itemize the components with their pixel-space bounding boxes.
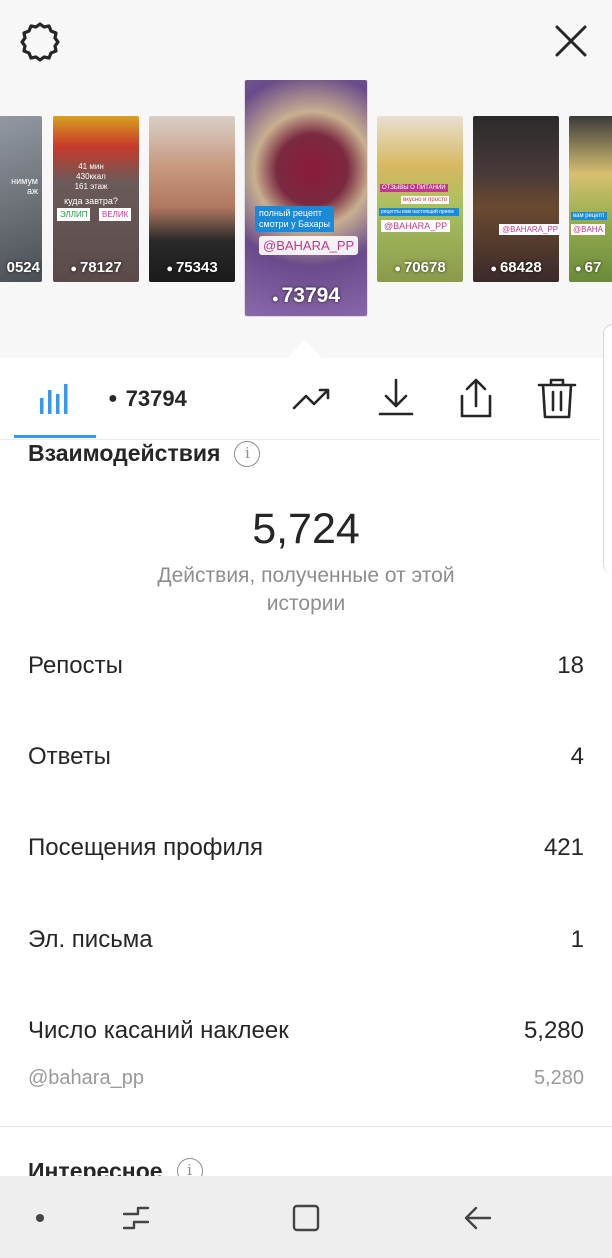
- share-icon[interactable]: [454, 376, 498, 420]
- metric-row-replies: Ответы 4: [28, 743, 584, 771]
- info-icon[interactable]: i: [234, 440, 261, 467]
- active-tab-indicator: [14, 435, 96, 438]
- story-thumbnail[interactable]: @BAHARA_PP ● 68428: [473, 116, 559, 282]
- metric-value: 5,280: [523, 1017, 584, 1044]
- recents-icon[interactable]: [118, 1200, 154, 1236]
- story-overlay-text: рецепты вам настоящий прием: [379, 208, 459, 216]
- story-overlay-text: смотри у Бахары: [259, 219, 330, 229]
- home-icon[interactable]: [288, 1200, 324, 1236]
- story-overlay-text: полный рецепт: [259, 208, 322, 218]
- mention-sticker: @BAHARA_PP: [259, 236, 359, 255]
- stories-strip[interactable]: нимум аж 0524 41 мин 430ккал 161 этаж ку…: [0, 80, 612, 320]
- section-divider: [0, 1126, 612, 1127]
- metric-row-profile-visits: Посещения профиля 421: [28, 834, 584, 862]
- story-overlay-text: 161 этаж: [74, 182, 108, 191]
- story-strip-area: нимум аж 0524 41 мин 430ккал 161 этаж ку…: [0, 0, 612, 358]
- total-actions-value: 5,724: [252, 505, 360, 553]
- metric-value: 421: [543, 834, 584, 861]
- back-icon[interactable]: [460, 1200, 496, 1236]
- selected-story-pointer: [288, 340, 322, 358]
- metric-value: 4: [570, 743, 584, 770]
- section-title-text: Взаимодействия: [28, 440, 221, 466]
- interactions-title: Взаимодействия i: [28, 440, 261, 467]
- section-title-text: Интересное: [28, 1158, 163, 1178]
- system-navigation-bar: [0, 1176, 612, 1258]
- story-view-count: 0524: [6, 259, 40, 276]
- story-overlay-text: ОТЗЫВЫ О ПИТАНИИ: [380, 184, 448, 192]
- close-icon[interactable]: [552, 22, 590, 60]
- metric-value: 18: [557, 652, 584, 679]
- eye-icon: ●: [108, 390, 118, 407]
- metric-sub-label[interactable]: @bahara_pp: [28, 1067, 144, 1090]
- story-thumbnail[interactable]: ОТЗЫВЫ О ПИТАНИИ вкусно и просто рецепты…: [377, 116, 463, 282]
- story-view-count: ● 70678: [394, 259, 446, 276]
- story-overlay-text: вкусно и просто: [401, 196, 450, 204]
- story-thumbnail-selected[interactable]: полный рецепт смотри у Бахары @BAHARA_PP…: [245, 80, 367, 316]
- metric-row-reposts: Репосты 18: [28, 652, 584, 680]
- views-count: ● 73794: [108, 386, 187, 412]
- metric-label: Ответы: [28, 743, 111, 770]
- download-icon[interactable]: [374, 376, 418, 420]
- story-thumbnail[interactable]: 41 мин 430ккал 161 этаж куда завтра? ЭЛЛ…: [53, 116, 139, 282]
- story-thumbnail[interactable]: вам рецепт @BAHA ● 67: [569, 116, 612, 282]
- story-overlay-text: куда завтра?: [64, 196, 118, 206]
- story-overlay-text: 430ккал: [76, 172, 106, 181]
- metric-row-sticker-taps: Число касаний наклеек 5,280: [28, 1017, 584, 1045]
- story-overlay-text: нимум: [11, 176, 38, 186]
- stats-toolbar: ● 73794: [0, 358, 600, 440]
- story-view-count: ● 73794: [271, 284, 341, 307]
- metric-label: Посещения профиля: [28, 834, 263, 861]
- trend-up-icon[interactable]: [290, 376, 334, 420]
- metric-label: Число касаний наклеек: [28, 1017, 289, 1044]
- metric-sub-value: 5,280: [533, 1067, 584, 1089]
- gear-icon[interactable]: [18, 20, 62, 64]
- discovery-title: Интересное i: [28, 1158, 203, 1178]
- poll-option: ВЕЛИК: [99, 208, 132, 221]
- poll-option: ЭЛЛИП: [57, 208, 91, 221]
- story-view-count: ● 78127: [70, 259, 122, 276]
- metric-label: Репосты: [28, 652, 123, 679]
- metric-label: Эл. письма: [28, 926, 153, 953]
- metric-subrow-sticker: @bahara_pp 5,280: [28, 1067, 584, 1090]
- story-view-count: ● 75343: [166, 259, 218, 276]
- views-value: 73794: [125, 386, 187, 411]
- bar-chart-icon[interactable]: [38, 380, 72, 416]
- story-thumbnail[interactable]: нимум аж 0524: [0, 116, 42, 282]
- mention-sticker: @BAHARA_PP: [499, 224, 559, 235]
- dot-icon[interactable]: [22, 1200, 58, 1236]
- story-overlay-text: 41 мин: [78, 162, 104, 171]
- metric-value: 1: [570, 926, 584, 953]
- mention-sticker: @BAHARA_PP: [381, 220, 451, 232]
- metric-row-emails: Эл. письма 1: [28, 926, 584, 954]
- story-view-count: ● 67: [575, 259, 602, 276]
- info-icon[interactable]: i: [176, 1158, 203, 1178]
- mention-sticker: @BAHA: [571, 224, 605, 235]
- trash-icon[interactable]: [535, 376, 579, 420]
- story-view-count: ● 68428: [490, 259, 542, 276]
- total-actions-caption: Действия, полученные от этой истории: [157, 564, 455, 615]
- story-overlay-text: вам рецепт: [571, 212, 607, 220]
- story-thumbnail[interactable]: ● 75343: [149, 116, 235, 282]
- story-overlay-text: аж: [26, 186, 38, 196]
